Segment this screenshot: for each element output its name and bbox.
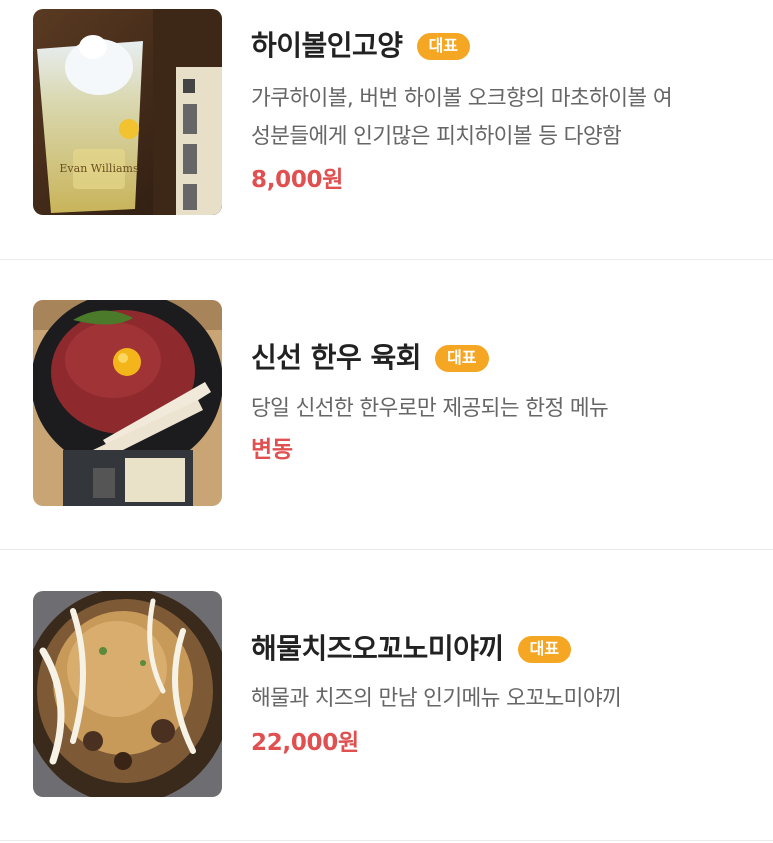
bottle-label: Evan Williams [59, 162, 139, 175]
menu-item-description: 당일 신선한 한우로만 제공되는 한정 메뉴 [251, 390, 756, 428]
signature-badge: 대표 [435, 344, 489, 372]
menu-item-image[interactable]: Evan Williams [33, 9, 222, 215]
menu-item-highball[interactable]: Evan Williams 하이볼인고양 대표 가쿠하이볼, 버번 하이볼 오크… [0, 0, 773, 259]
description-line: 가쿠하이볼, 버번 하이볼 오크향의 마초하이볼 여 [251, 86, 673, 111]
divider [0, 840, 773, 841]
menu-item-name: 하이볼인고양 [251, 29, 403, 62]
menu-item-description: 가쿠하이볼, 버번 하이볼 오크향의 마초하이볼 여 성분들에게 인기많은 피치… [251, 80, 756, 156]
menu-list: Evan Williams 하이볼인고양 대표 가쿠하이볼, 버번 하이볼 오크… [0, 0, 773, 843]
menu-item-price: 변동 [251, 437, 293, 463]
description-line: 성분들에게 인기많은 피치하이볼 등 다양함 [251, 124, 622, 149]
description-line: 해물과 치즈의 만남 인기메뉴 오꼬노미야끼 [251, 686, 622, 711]
menu-item-name: 신선 한우 육회 [251, 341, 422, 374]
okonomiyaki-photo [33, 591, 222, 797]
menu-item-image[interactable] [33, 300, 222, 506]
description-line: 당일 신선한 한우로만 제공되는 한정 메뉴 [251, 396, 609, 421]
menu-item-price: 22,000원 [251, 730, 359, 756]
signature-badge: 대표 [517, 635, 572, 663]
highball-photo: Evan Williams [33, 9, 222, 215]
menu-item-beef-tartare[interactable]: 신선 한우 육회 대표 당일 신선한 한우로만 제공되는 한정 메뉴 변동 [0, 260, 773, 549]
menu-item-image[interactable] [33, 591, 222, 797]
beef-tartare-photo [33, 300, 222, 506]
menu-item-title-row: 하이볼인고양 대표 [251, 29, 471, 63]
menu-item-title-row: 신선 한우 육회 대표 [251, 341, 489, 375]
menu-item-okonomiyaki[interactable]: 해물치즈오꼬노미야끼 대표 해물과 치즈의 만남 인기메뉴 오꼬노미야끼 22,… [0, 550, 773, 840]
signature-badge: 대표 [416, 32, 471, 60]
menu-item-description: 해물과 치즈의 만남 인기메뉴 오꼬노미야끼 [251, 680, 756, 718]
menu-item-name: 해물치즈오꼬노미야끼 [251, 632, 504, 665]
menu-item-title-row: 해물치즈오꼬노미야끼 대표 [251, 632, 572, 666]
menu-item-price: 8,000원 [251, 167, 344, 193]
